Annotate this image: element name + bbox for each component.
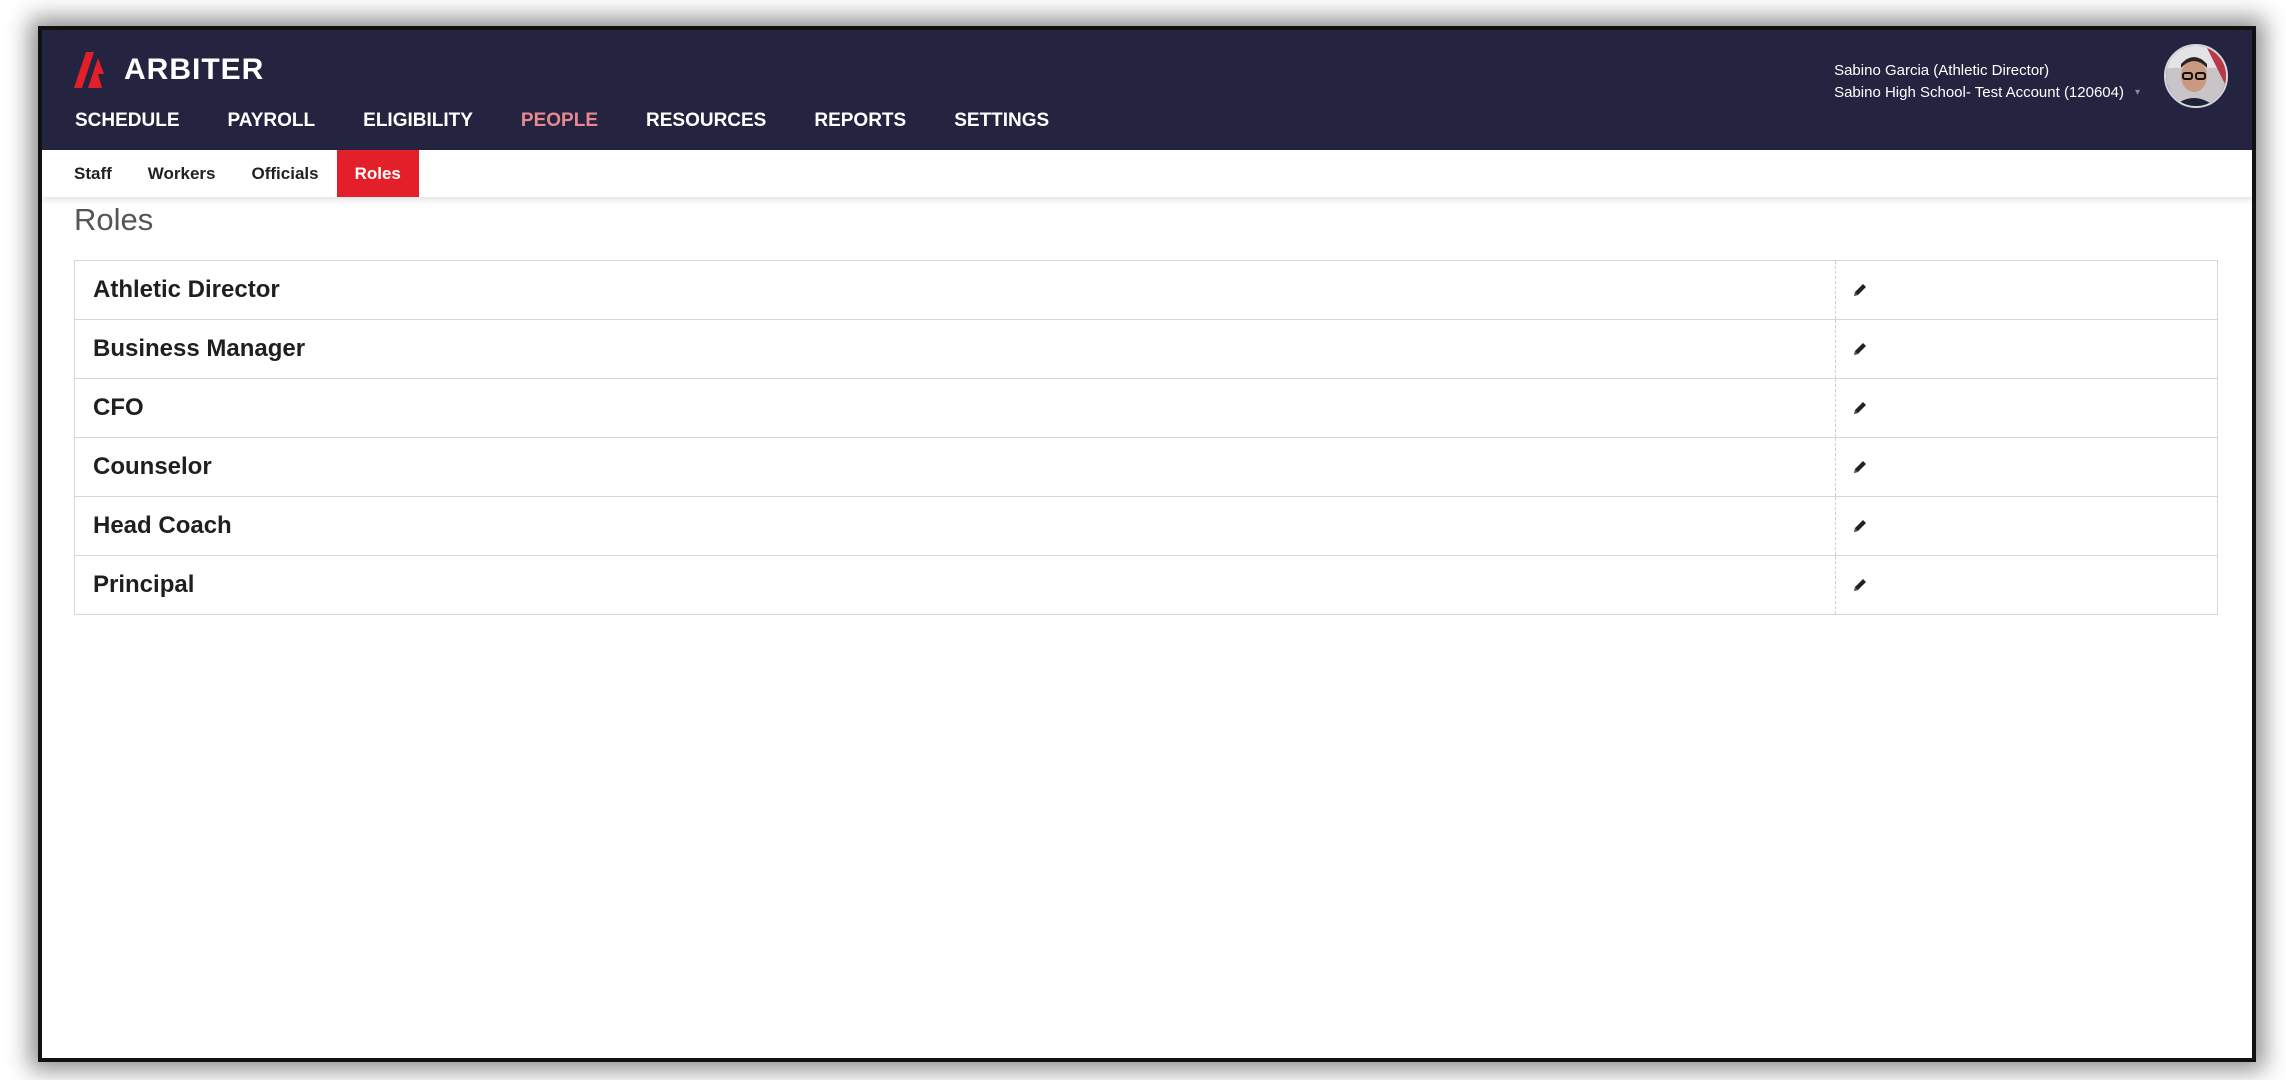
role-name: Head Coach [93, 512, 232, 539]
table-row: Head Coach [75, 497, 2217, 556]
sub-nav: Staff Workers Officials Roles [42, 150, 2252, 197]
brand-name: ARBITER [124, 53, 265, 86]
role-name: CFO [93, 394, 144, 421]
brand-logo[interactable]: ARBITER [74, 52, 264, 88]
nav-people[interactable]: PEOPLE [521, 110, 598, 132]
roles-table: Athletic Director Business Manager CFO C… [74, 260, 2218, 615]
table-row: Counselor [75, 438, 2217, 497]
main-nav: SCHEDULE PAYROLL ELIGIBILITY PEOPLE RESO… [75, 110, 1097, 132]
nav-settings[interactable]: SETTINGS [954, 110, 1049, 132]
arbiter-logo-icon [74, 52, 114, 88]
app-window: ARBITER SCHEDULE PAYROLL ELIGIBILITY PEO… [38, 26, 2256, 1062]
table-row: Principal [75, 556, 2217, 614]
pencil-icon [1852, 518, 1868, 534]
user-account: Sabino High School- Test Account (120604… [1834, 84, 2124, 101]
role-name: Business Manager [93, 335, 306, 362]
table-row: Athletic Director [75, 261, 2217, 320]
page-title: Roles [74, 202, 154, 237]
nav-schedule[interactable]: SCHEDULE [75, 110, 180, 132]
nav-resources[interactable]: RESOURCES [646, 110, 766, 132]
pencil-icon [1852, 341, 1868, 357]
subnav-workers[interactable]: Workers [130, 150, 234, 197]
user-name: Sabino Garcia (Athletic Director) [1834, 62, 2050, 79]
role-name: Principal [93, 571, 195, 598]
role-name: Athletic Director [93, 276, 280, 303]
top-header: ARBITER SCHEDULE PAYROLL ELIGIBILITY PEO… [42, 30, 2252, 150]
edit-role-button[interactable] [1835, 497, 2217, 555]
pencil-icon [1852, 577, 1868, 593]
chevron-down-icon[interactable]: ▾ [2135, 87, 2140, 98]
avatar[interactable] [2164, 44, 2228, 108]
edit-role-button[interactable] [1835, 261, 2217, 319]
subnav-roles[interactable]: Roles [336, 150, 419, 197]
table-row: Business Manager [75, 320, 2217, 379]
edit-role-button[interactable] [1835, 379, 2217, 437]
edit-role-button[interactable] [1835, 556, 2217, 614]
edit-role-button[interactable] [1835, 320, 2217, 378]
nav-eligibility[interactable]: ELIGIBILITY [363, 110, 473, 132]
subnav-staff[interactable]: Staff [56, 150, 130, 197]
nav-payroll[interactable]: PAYROLL [228, 110, 316, 132]
pencil-icon [1852, 282, 1868, 298]
subnav-officials[interactable]: Officials [234, 150, 337, 197]
table-row: CFO [75, 379, 2217, 438]
edit-role-button[interactable] [1835, 438, 2217, 496]
role-name: Counselor [93, 453, 212, 480]
pencil-icon [1852, 459, 1868, 475]
nav-reports[interactable]: REPORTS [814, 110, 906, 132]
user-menu[interactable]: Sabino Garcia (Athletic Director) Sabino… [1834, 60, 2124, 104]
pencil-icon [1852, 400, 1868, 416]
